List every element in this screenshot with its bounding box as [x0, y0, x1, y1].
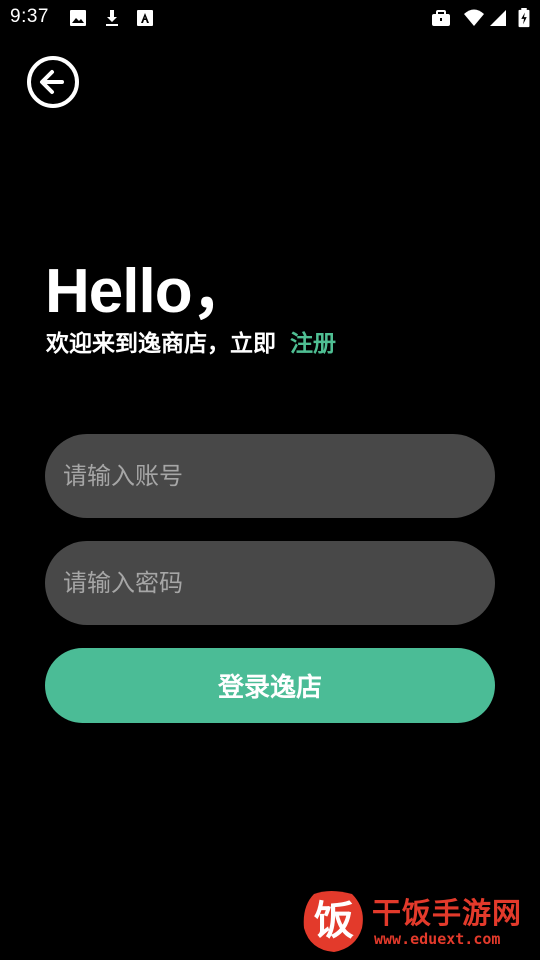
back-button[interactable] [26, 55, 80, 109]
welcome-text: 欢迎来到逸商店，立即 [46, 331, 276, 357]
signal-icon [490, 10, 506, 26]
watermark-logo: 饭 [303, 891, 363, 952]
account-input[interactable] [45, 434, 495, 518]
password-field[interactable] [45, 541, 495, 625]
briefcase-icon [432, 10, 450, 26]
watermark-title: 干饭手游网 [372, 896, 523, 930]
font-icon [137, 10, 153, 26]
watermark-url: www.eduext.com [374, 930, 501, 948]
welcome-line: 欢迎来到逸商店，立即 注册 [46, 324, 336, 358]
password-input[interactable] [45, 541, 495, 625]
image-icon [70, 10, 86, 26]
wifi-icon [464, 9, 484, 26]
download-icon [106, 10, 118, 26]
greeting-title: Hello， [45, 257, 254, 326]
battery-icon [518, 8, 530, 28]
watermark-logo-char: 饭 [314, 898, 354, 944]
register-link[interactable]: 注册 [290, 331, 336, 357]
arrow-left-circle-icon [27, 56, 79, 108]
status-time: 9:37 [10, 6, 49, 27]
login-button[interactable]: 登录逸店 [45, 648, 495, 723]
watermark: 饭 干饭手游网 www.eduext.com [300, 886, 536, 956]
status-bar: 9:37 [0, 0, 540, 36]
account-field[interactable] [45, 434, 495, 518]
